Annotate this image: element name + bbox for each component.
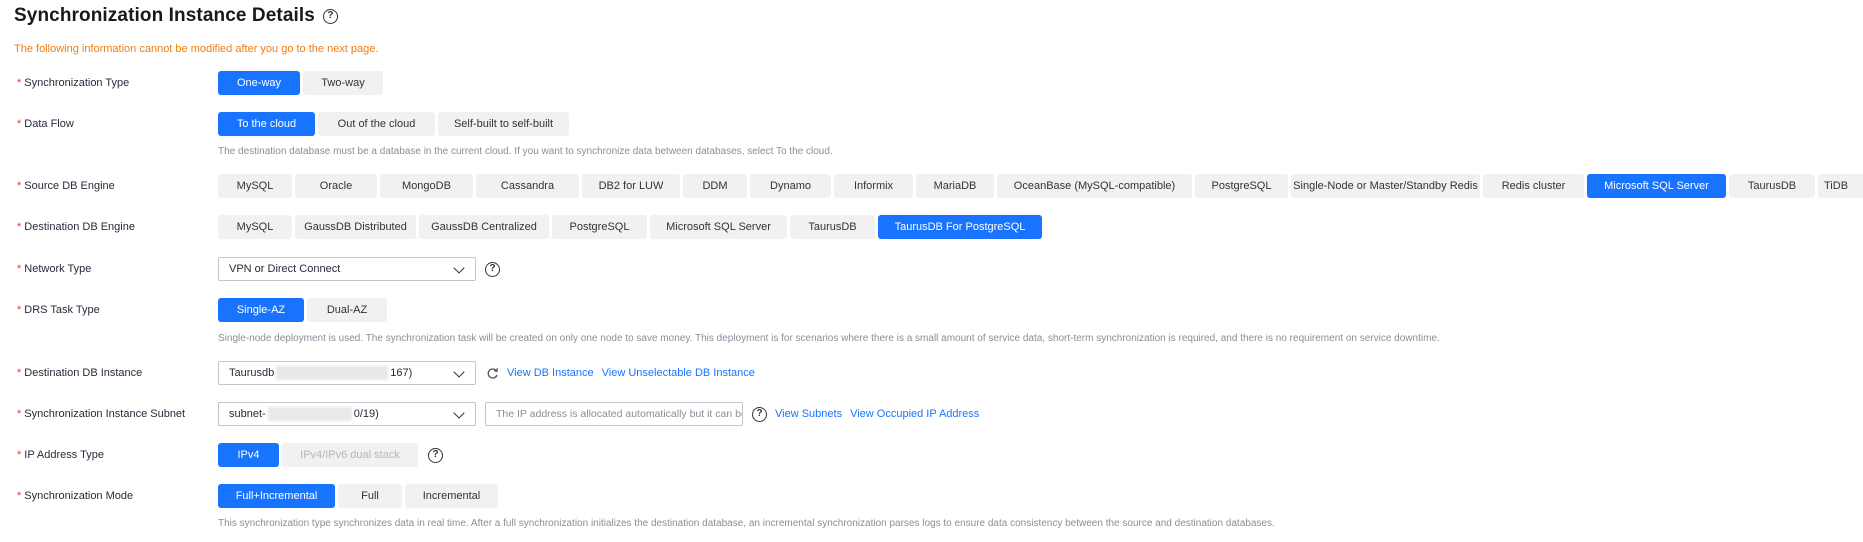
subnet-label: * Synchronization Instance Subnet xyxy=(17,408,186,420)
source-option-redis-cluster[interactable]: Redis cluster xyxy=(1483,174,1584,198)
chevron-down-icon xyxy=(453,407,465,419)
dest-engine-label: * Destination DB Engine xyxy=(17,221,135,233)
source-option-dynamo[interactable]: Dynamo xyxy=(750,174,831,198)
required-icon: * xyxy=(17,77,22,89)
sync-type-label: * Synchronization Type xyxy=(17,77,130,89)
required-icon: * xyxy=(17,221,22,233)
dest-option-sqlserver[interactable]: Microsoft SQL Server xyxy=(650,215,787,239)
option-dual-stack: IPv4/IPv6 dual stack xyxy=(282,443,418,467)
network-type-value: VPN or Direct Connect xyxy=(229,263,341,275)
source-option-tidb[interactable]: TiDB xyxy=(1818,174,1863,198)
source-option-taurusdb[interactable]: TaurusDB xyxy=(1729,174,1815,198)
required-icon: * xyxy=(17,180,22,192)
source-engine-selector: MySQL Oracle MongoDB Cassandra DB2 for L… xyxy=(218,174,1863,198)
option-full[interactable]: Full xyxy=(338,484,402,508)
sync-mode-label: * Synchronization Mode xyxy=(17,490,134,502)
option-to-the-cloud[interactable]: To the cloud xyxy=(218,112,315,136)
help-icon[interactable]: ? xyxy=(428,447,443,463)
source-option-mysql[interactable]: MySQL xyxy=(218,174,292,198)
refresh-icon[interactable] xyxy=(486,367,499,380)
network-type-control: VPN or Direct Connect ? xyxy=(218,257,500,281)
dest-option-taurusdb-pg[interactable]: TaurusDB For PostgreSQL xyxy=(878,215,1042,239)
redacted-region xyxy=(267,407,352,421)
help-icon[interactable]: ? xyxy=(752,406,767,422)
dest-option-mysql[interactable]: MySQL xyxy=(218,215,292,239)
dest-option-taurusdb[interactable]: TaurusDB xyxy=(790,215,875,239)
notice-text: The following information cannot be modi… xyxy=(14,43,379,55)
dest-option-gaussdb-distributed[interactable]: GaussDB Distributed xyxy=(295,215,416,239)
option-incremental[interactable]: Incremental xyxy=(405,484,498,508)
source-option-cassandra[interactable]: Cassandra xyxy=(476,174,579,198)
option-out-of-the-cloud[interactable]: Out of the cloud xyxy=(318,112,435,136)
source-option-mongodb[interactable]: MongoDB xyxy=(380,174,473,198)
source-option-ddm[interactable]: DDM xyxy=(683,174,747,198)
source-option-sqlserver[interactable]: Microsoft SQL Server xyxy=(1587,174,1726,198)
help-icon[interactable]: ? xyxy=(322,8,338,24)
option-ipv4[interactable]: IPv4 xyxy=(218,443,279,467)
view-occupied-ip-link[interactable]: View Occupied IP Address xyxy=(850,408,979,420)
help-icon[interactable]: ? xyxy=(485,261,500,277)
network-type-label: * Network Type xyxy=(17,263,92,275)
source-option-oracle[interactable]: Oracle xyxy=(295,174,377,198)
required-icon: * xyxy=(17,263,22,275)
task-type-hint: Single-node deployment is used. The sync… xyxy=(218,333,1440,344)
required-icon: * xyxy=(17,490,22,502)
option-one-way[interactable]: One-way xyxy=(218,71,300,95)
view-unselectable-instance-link[interactable]: View Unselectable DB Instance xyxy=(602,367,755,379)
option-two-way[interactable]: Two-way xyxy=(303,71,383,95)
task-type-selector: Single-AZ Dual-AZ xyxy=(218,298,387,322)
source-option-informix[interactable]: Informix xyxy=(834,174,913,198)
required-icon: * xyxy=(17,367,22,379)
network-type-dropdown[interactable]: VPN or Direct Connect xyxy=(218,257,476,281)
dest-option-gaussdb-centralized[interactable]: GaussDB Centralized xyxy=(419,215,549,239)
dest-option-postgresql[interactable]: PostgreSQL xyxy=(552,215,647,239)
data-flow-label: * Data Flow xyxy=(17,118,74,130)
source-option-postgresql[interactable]: PostgreSQL xyxy=(1195,174,1288,198)
sync-type-selector: One-way Two-way xyxy=(218,71,383,95)
option-dual-az[interactable]: Dual-AZ xyxy=(307,298,387,322)
page-title: Synchronization Instance Details xyxy=(14,5,315,26)
data-flow-selector: To the cloud Out of the cloud Self-built… xyxy=(218,112,569,136)
subnet-dropdown[interactable]: subnet- 0/19) xyxy=(218,402,476,426)
sync-mode-selector: Full+Incremental Full Incremental xyxy=(218,484,498,508)
required-icon: * xyxy=(17,118,22,130)
dest-instance-label: * Destination DB Instance xyxy=(17,367,143,379)
dest-instance-dropdown[interactable]: Taurusdb 167) xyxy=(218,361,476,385)
view-subnets-link[interactable]: View Subnets xyxy=(775,408,842,420)
dest-engine-selector: MySQL GaussDB Distributed GaussDB Centra… xyxy=(218,215,1042,239)
dest-instance-control: Taurusdb 167) View DB Instance View Unse… xyxy=(218,361,755,385)
source-option-db2[interactable]: DB2 for LUW xyxy=(582,174,680,198)
data-flow-hint: The destination database must be a datab… xyxy=(218,146,833,157)
ip-type-selector: IPv4 IPv4/IPv6 dual stack ? xyxy=(218,443,443,467)
option-full-incremental[interactable]: Full+Incremental xyxy=(218,484,335,508)
required-icon: * xyxy=(17,304,22,316)
ip-address-input[interactable]: The IP address is allocated automaticall… xyxy=(485,402,743,426)
required-icon: * xyxy=(17,408,22,420)
task-type-label: * DRS Task Type xyxy=(17,304,100,316)
chevron-down-icon xyxy=(453,262,465,274)
chevron-down-icon xyxy=(453,366,465,378)
option-self-built[interactable]: Self-built to self-built xyxy=(438,112,569,136)
source-option-redis-single[interactable]: Single-Node or Master/Standby Redis xyxy=(1291,174,1480,198)
redacted-region xyxy=(276,366,389,380)
source-option-mariadb[interactable]: MariaDB xyxy=(916,174,994,198)
ip-type-label: * IP Address Type xyxy=(17,449,104,461)
view-db-instance-link[interactable]: View DB Instance xyxy=(507,367,594,379)
source-engine-label: * Source DB Engine xyxy=(17,180,115,192)
sync-mode-hint: This synchronization type synchronizes d… xyxy=(218,518,1275,529)
required-icon: * xyxy=(17,449,22,461)
source-option-oceanbase[interactable]: OceanBase (MySQL-compatible) xyxy=(997,174,1192,198)
subnet-control: subnet- 0/19) The IP address is allocate… xyxy=(218,402,979,426)
page-title-bar: Synchronization Instance Details ? xyxy=(14,2,338,30)
option-single-az[interactable]: Single-AZ xyxy=(218,298,304,322)
